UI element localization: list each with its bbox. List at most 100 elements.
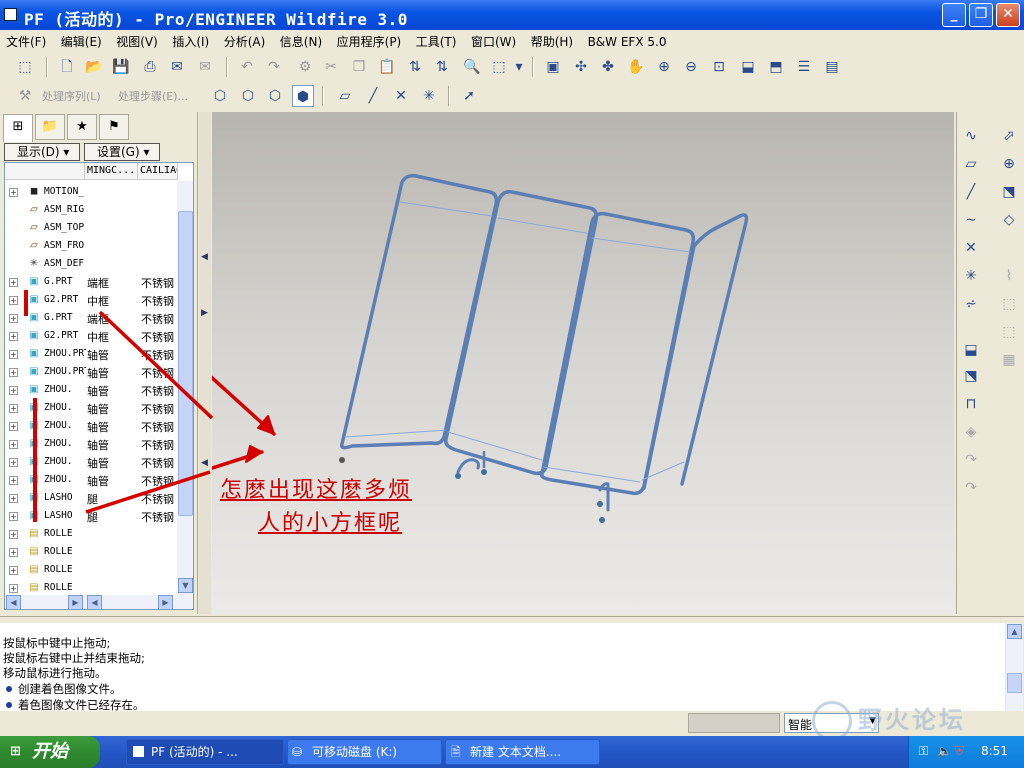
pattern-icon[interactable]: ⬚ (997, 320, 1021, 344)
right-feature-toolbar: ∿ ⬀ ▱ ⊕ ╱ ⬔ ∼ ◇ ✕ ⌇ ✳ ⬚ ⩫ ⬚ ▦ ⬓ ⬔ ⊓ ◈ ↷ … (956, 112, 1024, 614)
disk-icon: ⛁ (292, 745, 303, 759)
sketch-icon[interactable]: ∿ (959, 124, 983, 148)
saved-views-icon[interactable]: ⬒ (765, 56, 787, 78)
regen-manager-icon[interactable]: ⇅ (431, 56, 453, 78)
tray-network-icon[interactable]: ⚿ (919, 744, 928, 759)
analysis-feature-icon[interactable]: ⩫ (959, 292, 983, 316)
info-bullet-icon (6, 686, 12, 692)
shading-icon[interactable]: ⬢ (292, 85, 314, 107)
annotation-arrow-overlay (85, 310, 214, 514)
message-line-bullet: 创建着色图像文件。 (3, 681, 122, 697)
task-proe[interactable]: PF (活动的) - ... (126, 739, 284, 765)
select-box-icon[interactable]: ⬚ (488, 56, 510, 78)
surface-tool-icon[interactable]: ⬔ (997, 180, 1021, 204)
refit-icon[interactable]: ⊡ (708, 56, 730, 78)
roller-leg-1 (456, 458, 480, 474)
no-hidden-icon[interactable]: ⬡ (264, 85, 286, 107)
menu-window[interactable]: 窗口(W) (465, 30, 521, 50)
regenerate-icon[interactable]: ⚙ (294, 56, 316, 78)
task-notepad[interactable]: 🗎 新建 文本文档.... (445, 739, 600, 765)
tray-clock[interactable]: 8:51 (981, 744, 1008, 758)
undo-icon[interactable]: ↶ (236, 56, 258, 78)
message-area: 按鼠标中键中止拖动; 按鼠标右键中止并结束拖动; 移动鼠标进行拖动。 创建着色图… (0, 616, 1024, 712)
grid-pattern-icon[interactable]: ▦ (997, 348, 1021, 372)
datum-points-icon[interactable]: ✕ (390, 85, 412, 107)
chevron-down-icon[interactable]: ▾ (508, 56, 530, 78)
annotation-line-1: 怎麽出现这麽多烦 (220, 478, 413, 503)
context-help-icon[interactable]: ➚ (458, 85, 480, 107)
minimize-button[interactable]: _ (942, 3, 966, 27)
task-disk-label: 可移动磁盘 (K:) (312, 745, 398, 759)
taskbar: ⊞ 开始 PF (活动的) - ... ⛁ 可移动磁盘 (K:) 🗎 新建 文本文档… (0, 736, 1024, 768)
message-line: 按鼠标右键中止并结束拖动; (3, 651, 145, 665)
maximize-button[interactable]: ❐ (969, 3, 993, 27)
start-label: 开始 (32, 741, 68, 762)
datum-plane-tool-icon[interactable]: ⬀ (997, 124, 1021, 148)
tray-volume-icon[interactable]: 🔈 (937, 744, 952, 758)
datum-axis-icon[interactable]: ╱ (959, 180, 983, 204)
hidden-line-icon[interactable]: ⬡ (237, 85, 259, 107)
menu-tools[interactable]: 工具(T) (410, 30, 462, 50)
view-manager-icon[interactable]: ▤ (821, 56, 843, 78)
coordinate-system-icon[interactable]: ✳ (959, 264, 983, 288)
task-removable-disk[interactable]: ⛁ 可移动磁盘 (K:) (287, 739, 442, 765)
annotation-text: 怎麽出现这麽多烦 人的小方框呢 (220, 474, 480, 540)
layers-icon[interactable]: ☰ (793, 56, 815, 78)
zoom-out-icon[interactable]: ⊖ (680, 56, 702, 78)
message-line: 按鼠标中键中止拖动; (3, 636, 111, 650)
watermark-text: 野火论坛 (858, 706, 966, 734)
orient-mode-icon[interactable]: ✤ (597, 56, 619, 78)
close-button[interactable]: ✕ (996, 3, 1020, 27)
paste-special-icon[interactable]: ⇅ (404, 56, 426, 78)
coord-sys-icon[interactable]: ✳ (418, 85, 440, 107)
menu-applications[interactable]: 应用程序(P) (331, 30, 407, 50)
roller-wheel-5 (599, 517, 605, 523)
motion-run-icon[interactable]: ↷ (959, 448, 983, 472)
message-scroll-thumb[interactable] (1007, 673, 1022, 693)
menu-help[interactable]: 帮助(H) (525, 30, 578, 50)
find-icon[interactable]: 🔍 (461, 56, 483, 78)
datum-planes-icon[interactable]: ▱ (334, 85, 356, 107)
annotation-line-2: 人的小方框呢 (258, 511, 403, 536)
create-component-icon[interactable]: ⬔ (959, 364, 983, 388)
message-log: 按鼠标中键中止拖动; 按鼠标右键中止并结束拖动; 移动鼠标进行拖动。 创建着色图… (0, 623, 1005, 712)
spin-center-icon[interactable]: ✣ (570, 56, 592, 78)
message-text: 创建着色图像文件。 (18, 682, 122, 696)
message-scrollbar[interactable]: ▲ (1006, 623, 1023, 711)
boundary-blend-icon[interactable]: ◇ (997, 208, 1021, 232)
notepad-icon: 🗎 (451, 745, 461, 759)
interface-icon[interactable]: ⊓ (959, 392, 983, 416)
windows-logo-icon: ⊞ (10, 744, 21, 759)
frame-panel-4 (642, 213, 749, 490)
copy-icon[interactable]: ❐ (348, 56, 370, 78)
roller-wheel-3 (481, 469, 487, 475)
repaint-icon[interactable]: ▣ (542, 56, 564, 78)
frame-panel-2 (443, 189, 599, 476)
motion-playback-icon[interactable]: ↷ (959, 476, 983, 500)
cut-icon[interactable]: ✂ (320, 56, 342, 78)
paste-icon[interactable]: 📋 (376, 56, 398, 78)
menu-info[interactable]: 信息(N) (274, 30, 327, 50)
zoom-in-icon[interactable]: ⊕ (653, 56, 675, 78)
redo-icon[interactable]: ↷ (263, 56, 285, 78)
message-line: 移动鼠标进行拖动。 (3, 666, 107, 680)
proe-app-icon (133, 746, 144, 757)
package-icon[interactable]: ◈ (959, 420, 983, 444)
tray-security-icon[interactable]: ⛨ (955, 744, 964, 759)
datum-axis-tool-icon[interactable]: ⊕ (997, 152, 1021, 176)
watermark-logo-icon (812, 701, 852, 741)
mirror-icon[interactable]: ⌇ (997, 264, 1021, 288)
assemble-icon[interactable]: ⬓ (959, 338, 983, 362)
datum-plane-icon[interactable]: ▱ (959, 152, 983, 176)
pan-hand-icon[interactable]: ✋ (625, 56, 647, 78)
datum-point-icon[interactable]: ✕ (959, 236, 983, 260)
menu-bw-efx[interactable]: B&W EFX 5.0 (582, 32, 672, 49)
copy-feature-icon[interactable]: ⬚ (997, 292, 1021, 316)
datum-axes-icon[interactable]: ╱ (362, 85, 384, 107)
reorient-icon[interactable]: ⬓ (737, 56, 759, 78)
datum-curve-icon[interactable]: ∼ (959, 208, 983, 232)
start-button[interactable]: ⊞ 开始 (0, 736, 100, 768)
status-cell (688, 713, 780, 733)
scroll-up-icon[interactable]: ▲ (1007, 624, 1022, 639)
system-tray: ⚿ 🔈 ⛨ 8:51 (908, 736, 1024, 768)
